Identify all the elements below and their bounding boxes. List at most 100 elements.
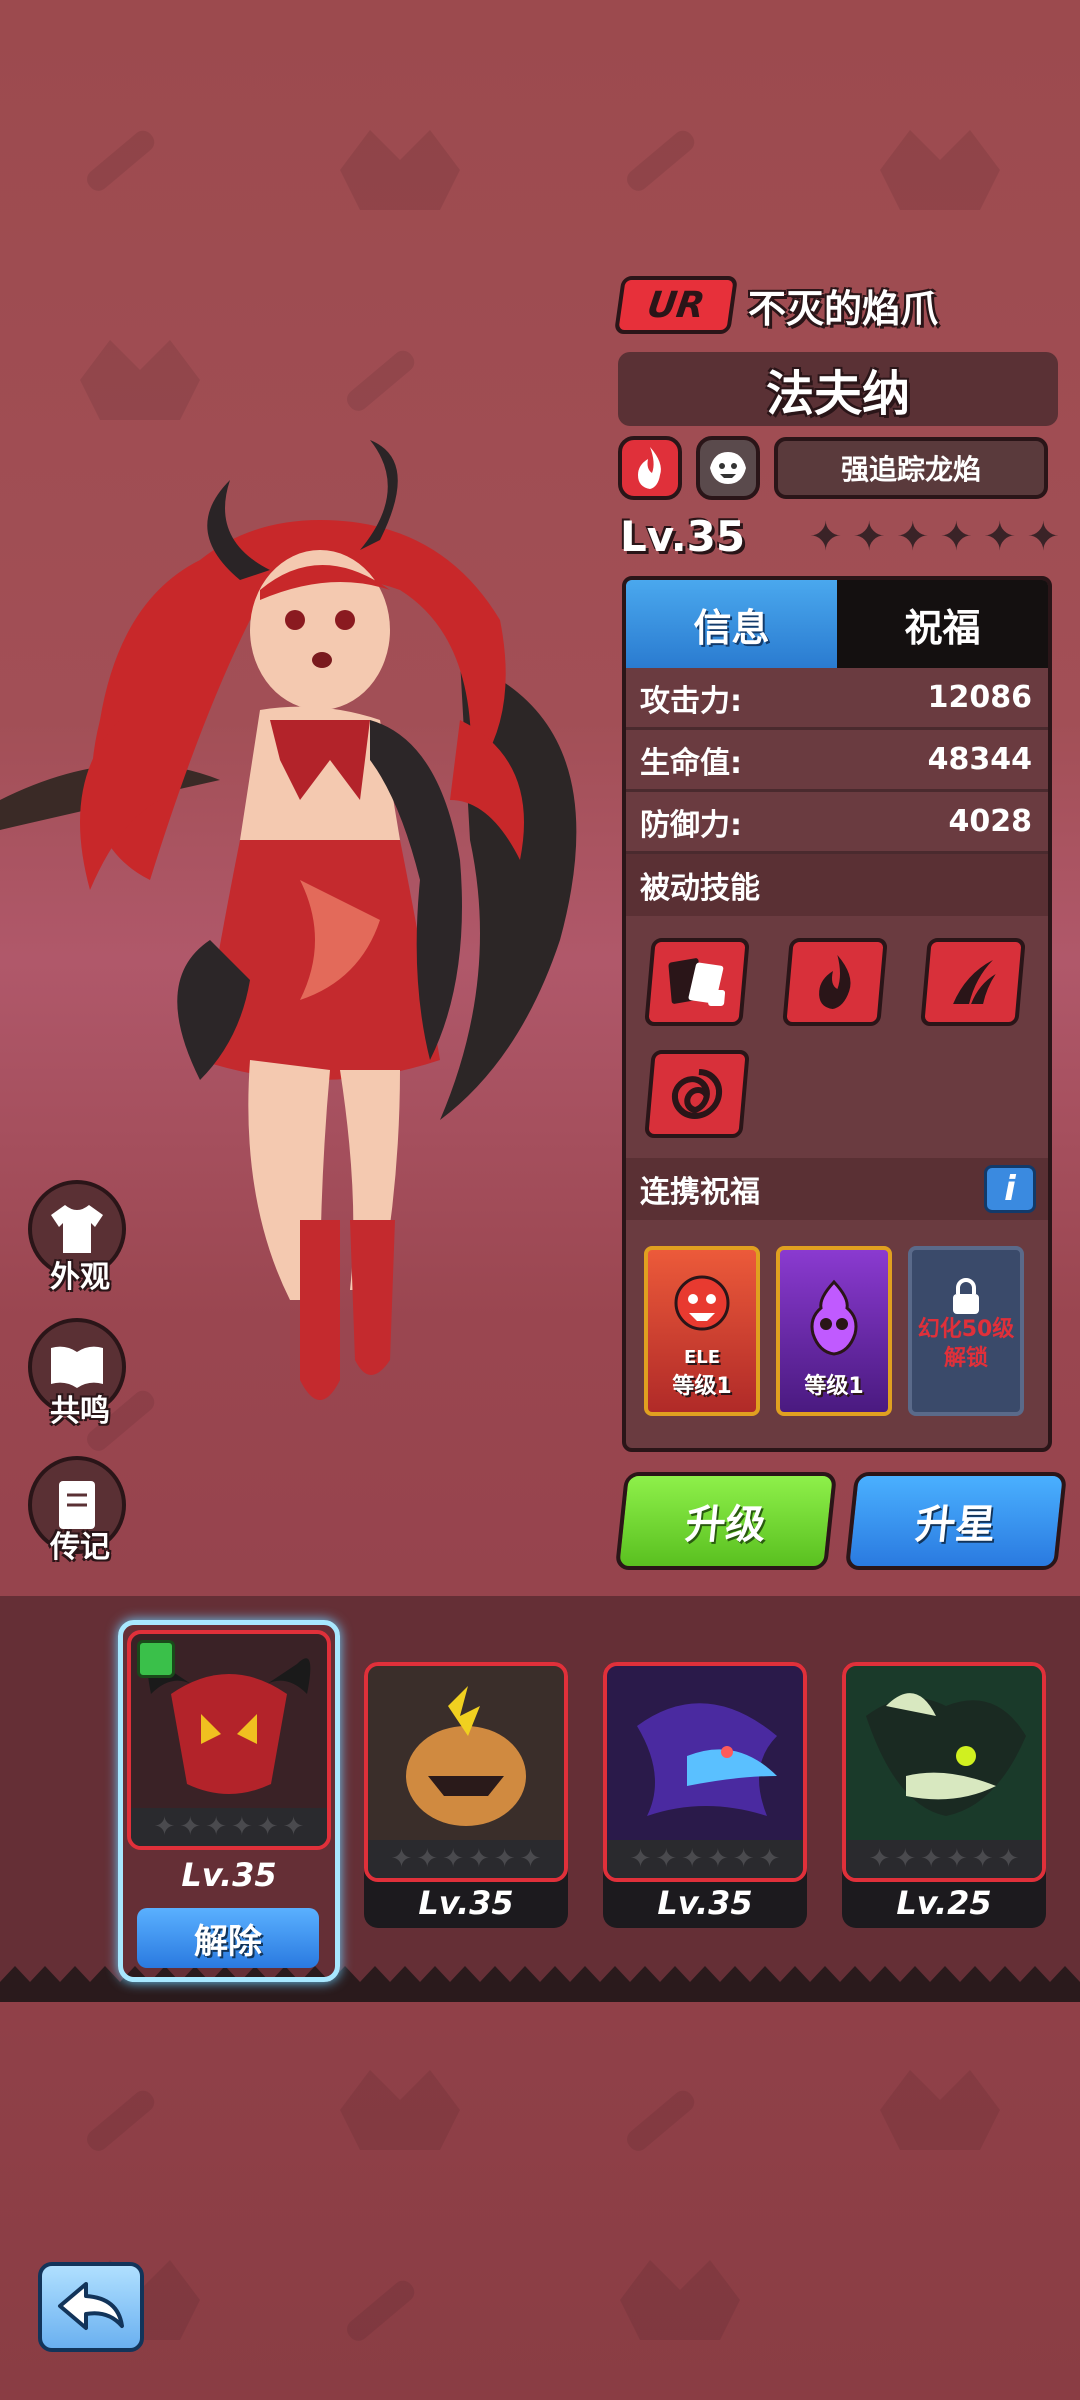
star-icon: ✦: [895, 513, 930, 560]
star-icon: ✦: [205, 1812, 227, 1842]
trait-pill[interactable]: 强追踪龙焰: [774, 437, 1048, 499]
roster-card-selected[interactable]: ✦ ✦ ✦ ✦ ✦ ✦ Lv.35 解除: [127, 1630, 331, 1972]
biography-label: 传记: [50, 1530, 110, 1565]
mini-star-row: ✦ ✦ ✦ ✦ ✦ ✦: [846, 1840, 1042, 1878]
star-icon: ✦: [256, 1812, 279, 1842]
passive-skills-grid: [626, 916, 1048, 1158]
lock-icon: [953, 1278, 979, 1315]
stat-row-hp: 生命值: 48344: [626, 730, 1048, 792]
star-icon: ✦: [681, 1844, 703, 1874]
bond-card-locked[interactable]: 幻化50级 解锁: [908, 1246, 1024, 1416]
star-icon: ✦: [629, 1844, 652, 1874]
stat-label: 防御力:: [640, 807, 742, 843]
roster-card[interactable]: ✦ ✦ ✦ ✦ ✦ ✦ Lv.35: [364, 1662, 568, 1928]
venom-dragon-icon: [866, 1693, 1026, 1816]
shadow-dragon-icon: [637, 1703, 777, 1816]
roster-portrait: ✦ ✦ ✦ ✦ ✦ ✦: [842, 1662, 1046, 1882]
stat-row-attack: 攻击力: 12086: [626, 668, 1048, 730]
stat-label: 生命值:: [640, 745, 742, 781]
stat-value: 48344: [927, 742, 1032, 777]
stat-label: 攻击力:: [640, 683, 742, 719]
roster-portrait: ✦ ✦ ✦ ✦ ✦ ✦: [364, 1662, 568, 1882]
resonance-label: 共鸣: [50, 1394, 110, 1429]
action-buttons: 升级 升星: [614, 1472, 1068, 1570]
passive-skills-header: 被动技能: [626, 854, 1048, 916]
info-button[interactable]: i: [984, 1165, 1036, 1213]
star-icon: ✦: [946, 1844, 968, 1874]
roster-level: Lv.35: [181, 1856, 277, 1894]
bond-level: 等级1: [804, 1374, 864, 1399]
star-icon: ✦: [868, 1844, 891, 1874]
star-icon: ✦: [758, 1844, 781, 1874]
roster-level: Lv.25: [896, 1884, 992, 1922]
lock-label: 解锁: [943, 1346, 988, 1371]
roster-level: Lv.35: [418, 1884, 514, 1922]
pumpkin-beast-icon: [406, 1686, 526, 1826]
equipped-icon: [137, 1640, 175, 1678]
roster-card[interactable]: ✦ ✦ ✦ ✦ ✦ ✦ Lv.35: [603, 1662, 807, 1928]
star-icon: ✦: [808, 513, 843, 560]
star-icon: ✦: [468, 1844, 490, 1874]
hero-title-row: UR 不灭的焰爪: [613, 276, 939, 334]
star-up-button[interactable]: 升星: [844, 1472, 1068, 1570]
level-row: Lv.35 ✦ ✦ ✦ ✦ ✦ ✦: [620, 512, 1060, 561]
info-panel: 信息 祝福 攻击力: 12086 生命值: 48344 防御力: 4028 被动…: [622, 576, 1052, 1452]
element-row: 强追踪龙焰: [618, 436, 1048, 500]
star-icon: ✦: [231, 1812, 253, 1842]
star-icon: ✦: [1026, 513, 1060, 560]
cards-dice-icon[interactable]: [644, 938, 750, 1026]
upgrade-button[interactable]: 升级: [614, 1472, 838, 1570]
star-icon: ✦: [920, 1844, 942, 1874]
mini-star-row: ✦ ✦ ✦ ✦ ✦ ✦: [607, 1840, 803, 1878]
hero-subtitle: 不灭的焰爪: [748, 286, 939, 331]
bond-tag: ELE: [683, 1347, 721, 1368]
star-icon: ✦: [852, 513, 886, 560]
bond-blessing-header: 连携祝福 i: [626, 1158, 1048, 1220]
mini-star-row: ✦ ✦ ✦ ✦ ✦ ✦: [368, 1840, 564, 1878]
beast-icon[interactable]: [696, 436, 760, 500]
skull-flame-icon: [810, 1279, 858, 1356]
roster-card[interactable]: ✦ ✦ ✦ ✦ ✦ ✦ Lv.25: [842, 1662, 1046, 1928]
star-icon: ✦: [416, 1844, 439, 1874]
bond-card-2[interactable]: 等级1: [776, 1246, 892, 1416]
claw-slash-icon[interactable]: [920, 938, 1026, 1026]
roster-portrait: ✦ ✦ ✦ ✦ ✦ ✦: [603, 1662, 807, 1882]
dragon-face-icon: [674, 1275, 730, 1331]
star-icon: ✦: [390, 1844, 413, 1874]
star-icon: ✦: [939, 513, 973, 560]
section-title: 连携祝福: [640, 1175, 760, 1210]
hero-name: 法夫纳: [618, 352, 1058, 426]
star-icon: ✦: [282, 1812, 305, 1842]
panel-tabs: 信息 祝福: [626, 580, 1048, 668]
tab-info[interactable]: 信息: [626, 580, 837, 668]
section-title: 被动技能: [640, 871, 760, 906]
star-icon: ✦: [655, 1844, 678, 1874]
bond-card-1[interactable]: ELE 等级1: [644, 1246, 760, 1416]
star-icon: ✦: [894, 1844, 917, 1874]
stat-value: 12086: [927, 680, 1032, 715]
mini-star-row: ✦ ✦ ✦ ✦ ✦ ✦: [131, 1808, 327, 1846]
swirl-icon[interactable]: [644, 1050, 750, 1138]
back-button[interactable]: [38, 2262, 144, 2352]
shirt-icon: [51, 1205, 103, 1253]
lock-requirement: 幻化50级: [917, 1317, 1015, 1343]
bond-cards: ELE 等级1 等级1 幻化50级 解锁: [626, 1220, 1048, 1416]
star-icon: ✦: [179, 1812, 202, 1842]
book-icon: [51, 1346, 103, 1388]
fire-icon[interactable]: [618, 436, 682, 500]
remove-button[interactable]: 解除: [137, 1908, 319, 1968]
appearance-label: 外观: [50, 1260, 110, 1295]
star-rating: ✦ ✦ ✦ ✦ ✦ ✦: [809, 517, 1060, 557]
star-icon: ✦: [732, 1844, 755, 1874]
tab-bless[interactable]: 祝福: [837, 580, 1048, 668]
flame-icon[interactable]: [782, 938, 888, 1026]
back-arrow-icon: [58, 2282, 124, 2330]
hero-level: Lv.35: [620, 512, 746, 561]
star-icon: ✦: [997, 1844, 1020, 1874]
star-icon: ✦: [971, 1844, 994, 1874]
roster-level: Lv.35: [657, 1884, 753, 1922]
stat-row-defense: 防御力: 4028: [626, 792, 1048, 854]
star-icon: ✦: [153, 1812, 176, 1842]
star-icon: ✦: [982, 513, 1017, 560]
star-icon: ✦: [707, 1844, 729, 1874]
